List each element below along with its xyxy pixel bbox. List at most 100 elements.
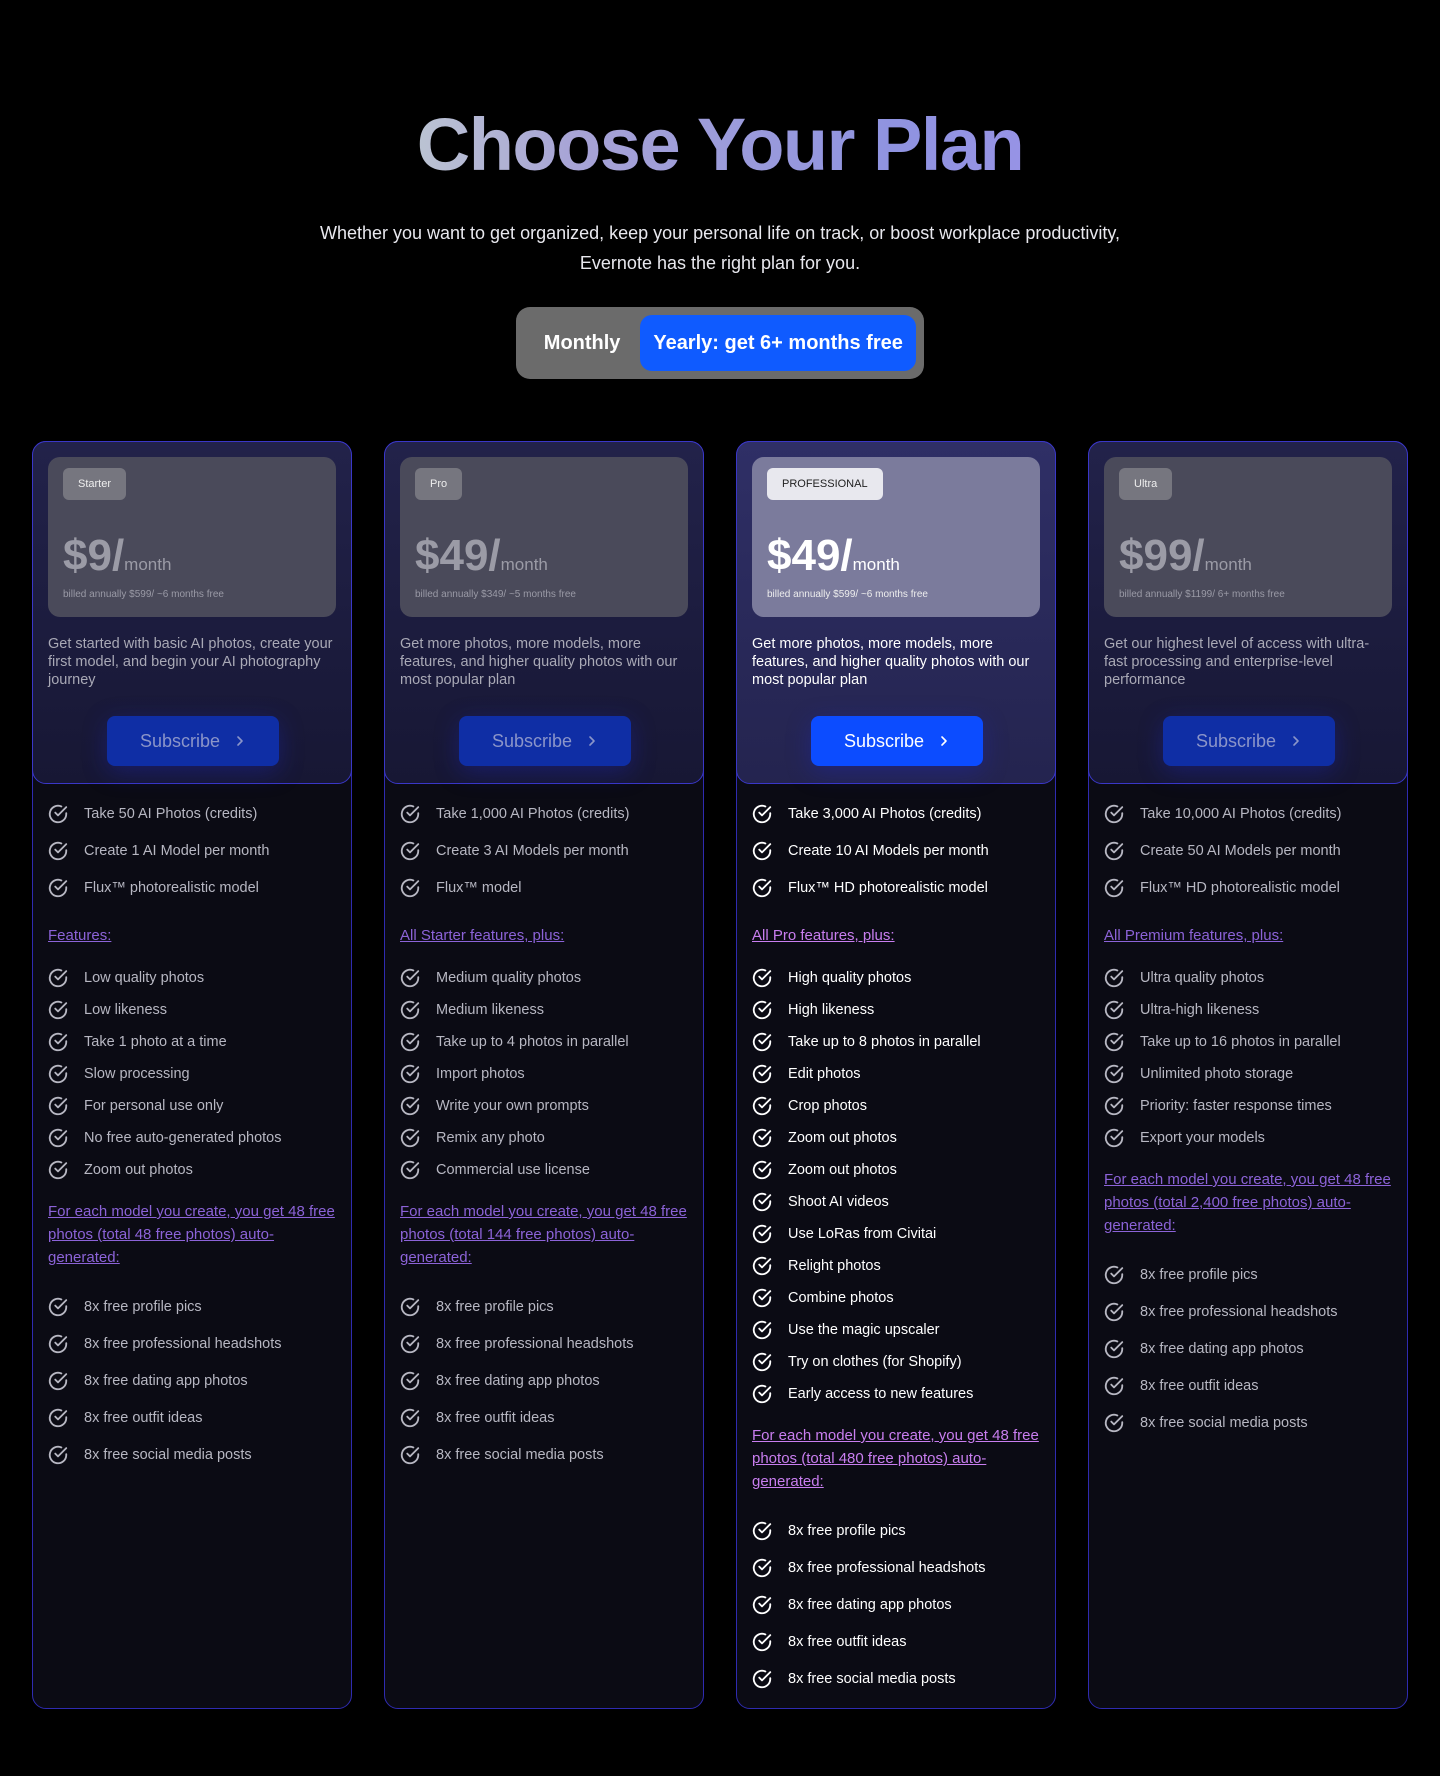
chevron-right-icon xyxy=(1290,735,1302,747)
list-item-label: Zoom out photos xyxy=(84,1162,193,1178)
plan-card-header: Pro $49/month billed annually $349/ ~5 mon… xyxy=(384,441,704,784)
billing-note: billed annually $599/ ~6 months free xyxy=(63,589,224,600)
list-item: Take 3,000 AI Photos (credits) xyxy=(751,795,1051,832)
check-circle-icon xyxy=(1103,1301,1125,1323)
features-heading[interactable]: All Pro features, plus: xyxy=(752,924,1042,947)
subscribe-button[interactable]: Subscribe xyxy=(459,716,631,766)
features-heading[interactable]: All Starter features, plus: xyxy=(400,924,690,947)
list-item: Medium quality photos xyxy=(399,962,699,994)
list-item: Take 10,000 AI Photos (credits) xyxy=(1103,795,1403,832)
check-circle-icon xyxy=(751,1383,773,1405)
check-circle-icon xyxy=(47,1333,69,1355)
price-period: month xyxy=(852,555,900,574)
list-item-label: 8x free profile pics xyxy=(788,1522,906,1539)
plan-price: $99/month xyxy=(1119,531,1252,590)
check-circle-icon xyxy=(1103,1031,1125,1053)
list-item-label: Take 1,000 AI Photos (credits) xyxy=(436,805,630,822)
plan-card-ultra: Ultra $99/month billed annually $1199/ 6+ … xyxy=(1088,441,1408,1709)
feature-list: 8x free profile pics 8x free professional… xyxy=(399,1288,699,1473)
plan-card-header: Starter $9/month billed annually $599/ ~6 … xyxy=(32,441,352,784)
list-item: Relight photos xyxy=(751,1250,1051,1282)
list-item: Create 10 AI Models per month xyxy=(751,832,1051,869)
list-item: 8x free outfit ideas xyxy=(751,1623,1051,1660)
list-item: 8x free outfit ideas xyxy=(47,1399,347,1436)
subscribe-label: Subscribe xyxy=(1195,730,1277,751)
bonus-heading[interactable]: For each model you create, you get 48 fr… xyxy=(1104,1168,1394,1237)
yearly-option[interactable]: Yearly: get 6+ months free xyxy=(640,315,916,371)
list-item-label: Commercial use license xyxy=(436,1162,590,1178)
list-item: Create 3 AI Models per month xyxy=(399,832,699,869)
price-box: Starter $9/month billed annually $599/ ~6 … xyxy=(48,457,336,617)
list-item-label: 8x free social media posts xyxy=(1140,1414,1308,1431)
check-circle-icon xyxy=(47,1095,69,1117)
list-item: Low quality photos xyxy=(47,962,347,994)
list-item: 8x free dating app photos xyxy=(1103,1330,1403,1367)
subscribe-button[interactable]: Subscribe xyxy=(811,716,983,766)
bonus-heading[interactable]: For each model you create, you get 48 fr… xyxy=(752,1424,1042,1493)
check-circle-icon xyxy=(751,1319,773,1341)
check-circle-icon xyxy=(1103,1412,1125,1434)
bonus-heading[interactable]: For each model you create, you get 48 fr… xyxy=(48,1200,338,1269)
list-item-label: Unlimited photo storage xyxy=(1140,1066,1294,1082)
list-item-label: Try on clothes (for Shopify) xyxy=(788,1354,962,1370)
list-item-label: Take 3,000 AI Photos (credits) xyxy=(788,805,982,822)
list-item-label: 8x free professional headshots xyxy=(84,1335,282,1352)
list-item-label: 8x free dating app photos xyxy=(788,1596,952,1613)
list-item: Zoom out photos xyxy=(47,1154,347,1186)
list-item: Commercial use license xyxy=(399,1154,699,1186)
page-title: Choose Your Plan xyxy=(0,100,1440,190)
check-circle-icon xyxy=(751,1063,773,1085)
price-period: month xyxy=(500,555,548,574)
list-item-label: Take up to 16 photos in parallel xyxy=(1140,1034,1341,1050)
check-circle-icon xyxy=(751,1520,773,1542)
feature-list: Take 10,000 AI Photos (credits) Create 50… xyxy=(1103,795,1403,906)
list-item-label: 8x free professional headshots xyxy=(788,1559,986,1576)
check-circle-icon xyxy=(1103,999,1125,1021)
list-item-label: Medium quality photos xyxy=(436,970,582,986)
list-item-label: Take 10,000 AI Photos (credits) xyxy=(1140,805,1342,822)
list-item-label: Take up to 8 photos in parallel xyxy=(788,1034,981,1050)
feature-list: Ultra quality photos Ultra-high likeness T… xyxy=(1103,962,1403,1154)
plan-description: Get more photos, more models, more featu… xyxy=(400,636,678,688)
bonus-heading[interactable]: For each model you create, you get 48 fr… xyxy=(400,1200,690,1269)
list-item: High quality photos xyxy=(751,962,1051,994)
list-item-label: Low likeness xyxy=(84,1002,168,1018)
check-circle-icon xyxy=(399,840,421,862)
list-item: 8x free outfit ideas xyxy=(1103,1367,1403,1404)
subscribe-label: Subscribe xyxy=(139,730,221,751)
features-heading[interactable]: All Premium features, plus: xyxy=(1104,924,1394,947)
list-item-label: Remix any photo xyxy=(436,1130,545,1146)
plan-price: $9/month xyxy=(63,531,171,590)
feature-list: Take 50 AI Photos (credits) Create 1 AI M… xyxy=(47,795,347,906)
list-item: 8x free professional headshots xyxy=(1103,1293,1403,1330)
list-item: Ultra quality photos xyxy=(1103,962,1403,994)
list-item-label: Ultra-high likeness xyxy=(1140,1002,1260,1018)
monthly-option[interactable]: Monthly xyxy=(524,332,640,355)
list-item: Create 50 AI Models per month xyxy=(1103,832,1403,869)
check-circle-icon xyxy=(751,1594,773,1616)
check-circle-icon xyxy=(399,1296,421,1318)
list-item: Priority: faster response times xyxy=(1103,1090,1403,1122)
list-item-label: 8x free social media posts xyxy=(84,1446,252,1463)
subscribe-button[interactable]: Subscribe xyxy=(1163,716,1335,766)
list-item-label: Early access to new features xyxy=(788,1386,974,1402)
list-item: Unlimited photo storage xyxy=(1103,1058,1403,1090)
plan-price: $49/month xyxy=(767,531,900,590)
list-item: Take 1,000 AI Photos (credits) xyxy=(399,795,699,832)
check-circle-icon xyxy=(47,1444,69,1466)
list-item-label: Export your models xyxy=(1140,1130,1265,1146)
subscribe-button[interactable]: Subscribe xyxy=(107,716,279,766)
list-item-label: 8x free dating app photos xyxy=(84,1372,248,1389)
list-item: Use LoRas from Civitai xyxy=(751,1218,1051,1250)
features-heading[interactable]: Features: xyxy=(48,924,338,947)
list-item: Shoot AI videos xyxy=(751,1186,1051,1218)
plan-description: Get our highest level of access with ult… xyxy=(1104,636,1370,688)
list-item-label: Create 1 AI Model per month xyxy=(84,842,270,859)
check-circle-icon xyxy=(399,1444,421,1466)
list-item: Try on clothes (for Shopify) xyxy=(751,1346,1051,1378)
check-circle-icon xyxy=(751,1031,773,1053)
feature-list: 8x free profile pics 8x free professional… xyxy=(1103,1256,1403,1441)
check-circle-icon xyxy=(1103,803,1125,825)
list-item: 8x free social media posts xyxy=(1103,1404,1403,1441)
list-item-label: Create 50 AI Models per month xyxy=(1140,842,1341,859)
